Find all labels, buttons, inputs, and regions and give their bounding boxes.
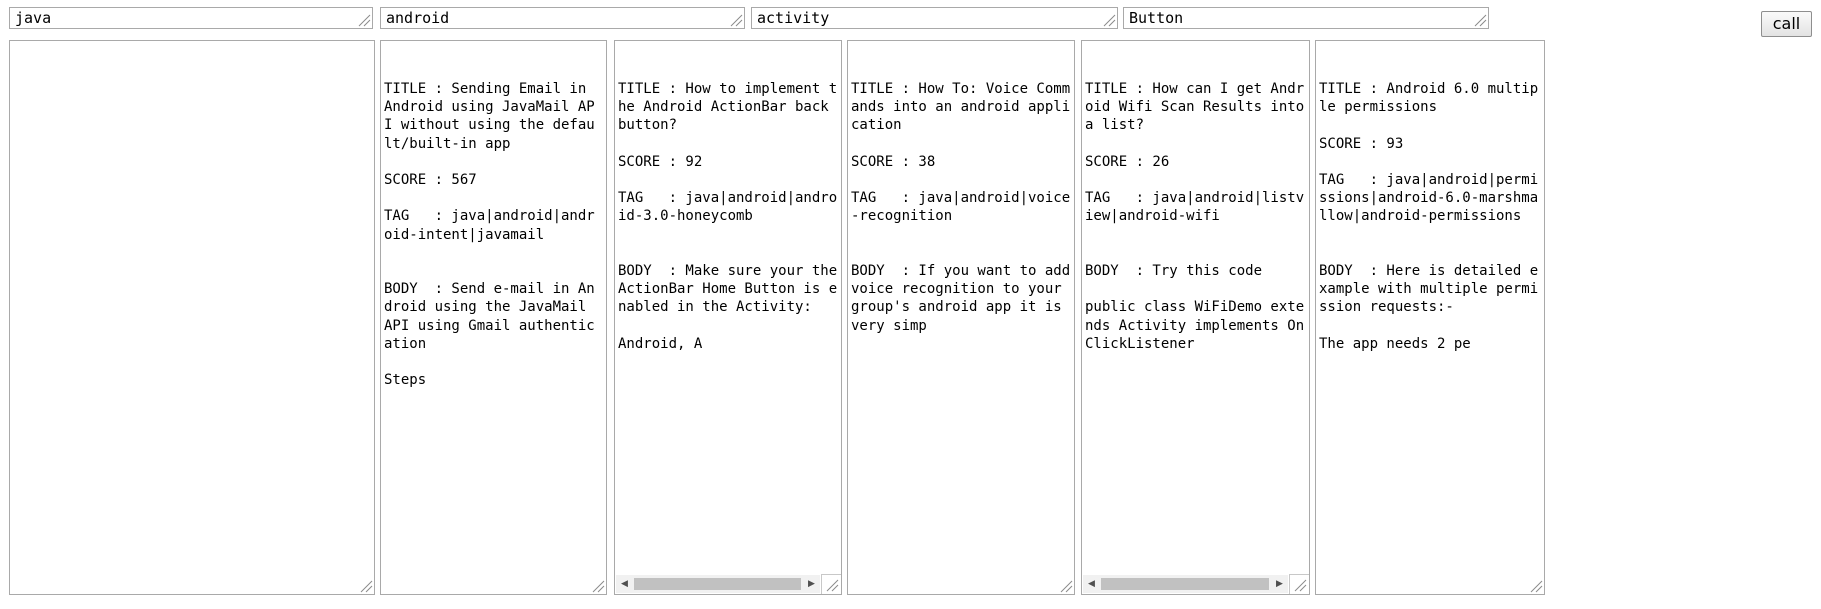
resize-grip-icon[interactable] [1291, 576, 1307, 592]
result-panel-3-text: TITLE : How to implement the Android Act… [618, 81, 838, 352]
result-panel-6[interactable]: TITLE : Android 6.0 multiple permissions… [1315, 40, 1545, 595]
query-field-2-value: android [386, 9, 450, 27]
scroll-left-arrow-icon[interactable]: ◀ [616, 575, 633, 593]
resize-grip-icon[interactable] [1100, 11, 1116, 27]
result-panel-1[interactable] [9, 40, 375, 595]
scroll-right-arrow-icon[interactable]: ▶ [1271, 575, 1288, 593]
resize-grip-icon[interactable] [1471, 11, 1487, 27]
result-panel-3[interactable]: TITLE : How to implement the Android Act… [614, 40, 842, 595]
result-panel-5[interactable]: TITLE : How can I get Android Wifi Scan … [1081, 40, 1310, 595]
result-panel-2[interactable]: TITLE : Sending Email in Android using J… [380, 40, 607, 595]
resize-grip-icon[interactable] [357, 577, 373, 593]
resize-grip-icon[interactable] [355, 11, 371, 27]
resize-corner[interactable] [821, 574, 841, 594]
horizontal-scrollbar[interactable]: ◀ ▶ [616, 575, 820, 593]
query-field-3-value: activity [757, 9, 830, 27]
resize-grip-icon[interactable] [1527, 577, 1543, 593]
call-button[interactable]: call [1761, 11, 1812, 37]
query-field-2[interactable]: android [380, 7, 745, 29]
query-field-1[interactable]: java [9, 7, 373, 29]
result-panel-4[interactable]: TITLE : How To: Voice Commands into an a… [847, 40, 1075, 595]
scrollbar-thumb[interactable] [1101, 578, 1269, 590]
resize-grip-icon[interactable] [727, 11, 743, 27]
scroll-left-arrow-icon[interactable]: ◀ [1083, 575, 1100, 593]
resize-grip-icon[interactable] [589, 577, 605, 593]
query-field-1-value: java [15, 9, 52, 27]
resize-corner[interactable] [1289, 574, 1309, 594]
scroll-right-arrow-icon[interactable]: ▶ [803, 575, 820, 593]
result-panel-2-text: TITLE : Sending Email in Android using J… [384, 81, 595, 389]
result-panel-5-text: TITLE : How can I get Android Wifi Scan … [1085, 81, 1305, 352]
query-field-4[interactable]: Button [1123, 7, 1489, 29]
query-field-3[interactable]: activity [751, 7, 1118, 29]
result-panel-4-text: TITLE : How To: Voice Commands into an a… [851, 81, 1071, 334]
result-panel-6-text: TITLE : Android 6.0 multiple permissions… [1319, 81, 1539, 352]
scrollbar-thumb[interactable] [634, 578, 801, 590]
query-field-4-value: Button [1129, 9, 1184, 27]
horizontal-scrollbar[interactable]: ◀ ▶ [1083, 575, 1288, 593]
resize-grip-icon[interactable] [823, 576, 839, 592]
resize-grip-icon[interactable] [1057, 577, 1073, 593]
